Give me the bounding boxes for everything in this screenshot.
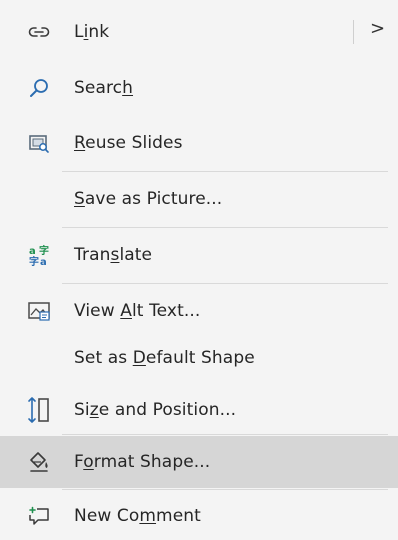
menu-item-size-position[interactable]: Size and Position... (0, 386, 398, 434)
menu-item-translate[interactable]: a 字 字 a Translate (0, 231, 398, 279)
menu-item-search[interactable]: Search (0, 64, 398, 112)
menu-item-label: View Alt Text... (74, 301, 201, 321)
svg-text:a: a (40, 257, 47, 267)
menu-item-reuse-slides[interactable]: Reuse Slides (0, 119, 398, 167)
context-menu: Link > Search Reuse Slides Save as Pictu… (0, 0, 398, 540)
submenu-divider (353, 20, 354, 44)
menu-separator (62, 171, 388, 172)
menu-separator (62, 227, 388, 228)
menu-item-label: Save as Picture... (74, 189, 223, 209)
new-comment-icon (26, 503, 52, 529)
menu-item-new-comment[interactable]: New Comment (0, 492, 398, 540)
menu-item-set-default-shape[interactable]: Set as Default Shape (0, 334, 398, 382)
svg-text:字: 字 (39, 244, 49, 257)
menu-item-label: Link (74, 22, 110, 42)
menu-separator (62, 283, 388, 284)
menu-separator (62, 434, 388, 435)
svg-text:字: 字 (29, 255, 39, 267)
menu-item-label: Size and Position... (74, 400, 237, 420)
menu-item-save-as-picture[interactable]: Save as Picture... (0, 175, 398, 223)
chevron-right-icon: > (370, 18, 386, 39)
link-icon (26, 19, 52, 45)
menu-item-label: Format Shape... (74, 452, 211, 472)
svg-text:a: a (29, 246, 36, 257)
search-icon (26, 75, 52, 101)
menu-item-view-alt-text[interactable]: View Alt Text... (0, 287, 398, 335)
translate-icon: a 字 字 a (26, 242, 52, 268)
size-position-icon (26, 397, 52, 423)
menu-item-label: Set as Default Shape (74, 348, 255, 368)
alt-text-icon (26, 298, 52, 324)
menu-item-format-shape[interactable]: Format Shape... (0, 436, 398, 488)
menu-item-label: New Comment (74, 506, 201, 526)
menu-separator (62, 489, 388, 490)
menu-item-link[interactable]: Link > (0, 8, 398, 56)
format-shape-icon (26, 449, 52, 475)
menu-item-label: Search (74, 78, 134, 98)
menu-item-label: Translate (74, 245, 153, 265)
reuse-slides-icon (26, 130, 52, 156)
menu-item-label: Reuse Slides (74, 133, 183, 153)
